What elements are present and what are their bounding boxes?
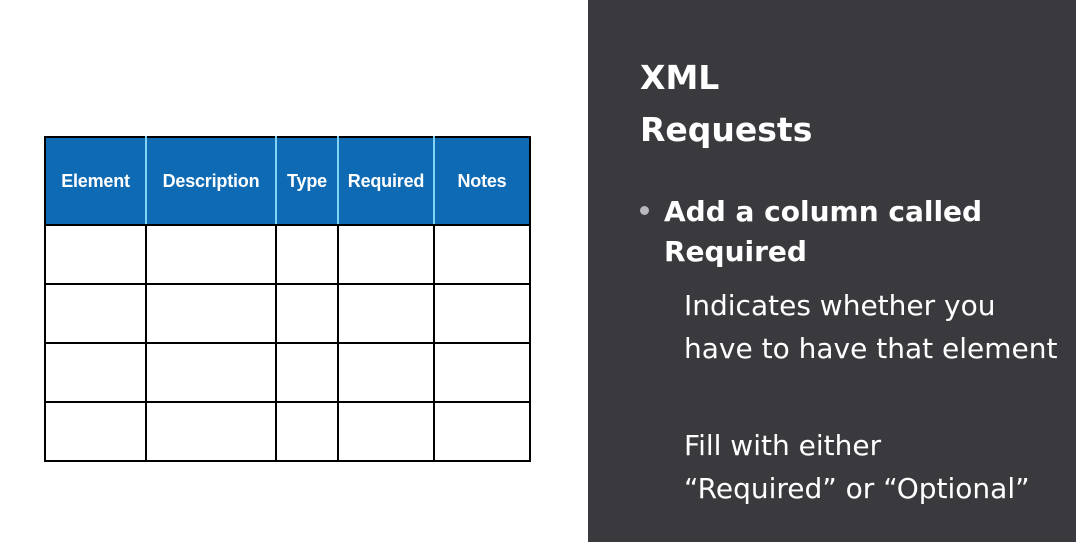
- sub-point-fill: Fill with either “Required” or “Optional…: [684, 424, 1064, 510]
- header-description: Description: [145, 136, 277, 226]
- header-type: Type: [275, 136, 339, 226]
- header-element: Element: [44, 136, 147, 226]
- table-cell: [337, 224, 435, 285]
- schema-table: Element Description Type Required Notes: [44, 136, 531, 462]
- table-row: [44, 224, 531, 285]
- table-cell: [433, 224, 531, 285]
- table-cell: [145, 283, 277, 344]
- table-header-row: Element Description Type Required Notes: [44, 136, 531, 226]
- bullet-dot-icon: [640, 206, 649, 215]
- table-cell: [44, 283, 147, 344]
- table-cell: [433, 342, 531, 403]
- table-cell: [433, 283, 531, 344]
- diagram-area: Element Description Type Required Notes: [0, 0, 588, 542]
- table-cell: [337, 283, 435, 344]
- table-cell: [337, 342, 435, 403]
- header-required: Required: [337, 136, 435, 226]
- header-notes: Notes: [433, 136, 531, 226]
- table-cell: [275, 342, 339, 403]
- table-cell: [337, 401, 435, 462]
- table-cell: [44, 342, 147, 403]
- table-row: [44, 283, 531, 344]
- bullet-item: Add a column called Required: [640, 192, 1060, 272]
- slide-title: XML Requests: [640, 52, 812, 156]
- table-row: [44, 401, 531, 462]
- bullet-text: Add a column called Required: [664, 195, 983, 268]
- table-cell: [275, 224, 339, 285]
- table-cell: [44, 401, 147, 462]
- sub-point-fill-line-1: Fill with either: [684, 429, 882, 462]
- title-line-2: Requests: [640, 110, 813, 149]
- sub-point-fill-line-2: “Required” or “Optional”: [684, 472, 1030, 505]
- table-cell: [275, 283, 339, 344]
- table-cell: [44, 224, 147, 285]
- table-cell: [145, 342, 277, 403]
- table-cell: [275, 401, 339, 462]
- sub-point-indicates: Indicates whether you have to have that …: [684, 289, 1058, 365]
- table-cell: [145, 401, 277, 462]
- table-row: [44, 342, 531, 403]
- title-line-1: XML: [640, 58, 720, 97]
- text-panel: XML Requests Add a column called Require…: [588, 0, 1076, 542]
- table-cell: [433, 401, 531, 462]
- table-container: Element Description Type Required Notes: [44, 136, 531, 462]
- table-cell: [145, 224, 277, 285]
